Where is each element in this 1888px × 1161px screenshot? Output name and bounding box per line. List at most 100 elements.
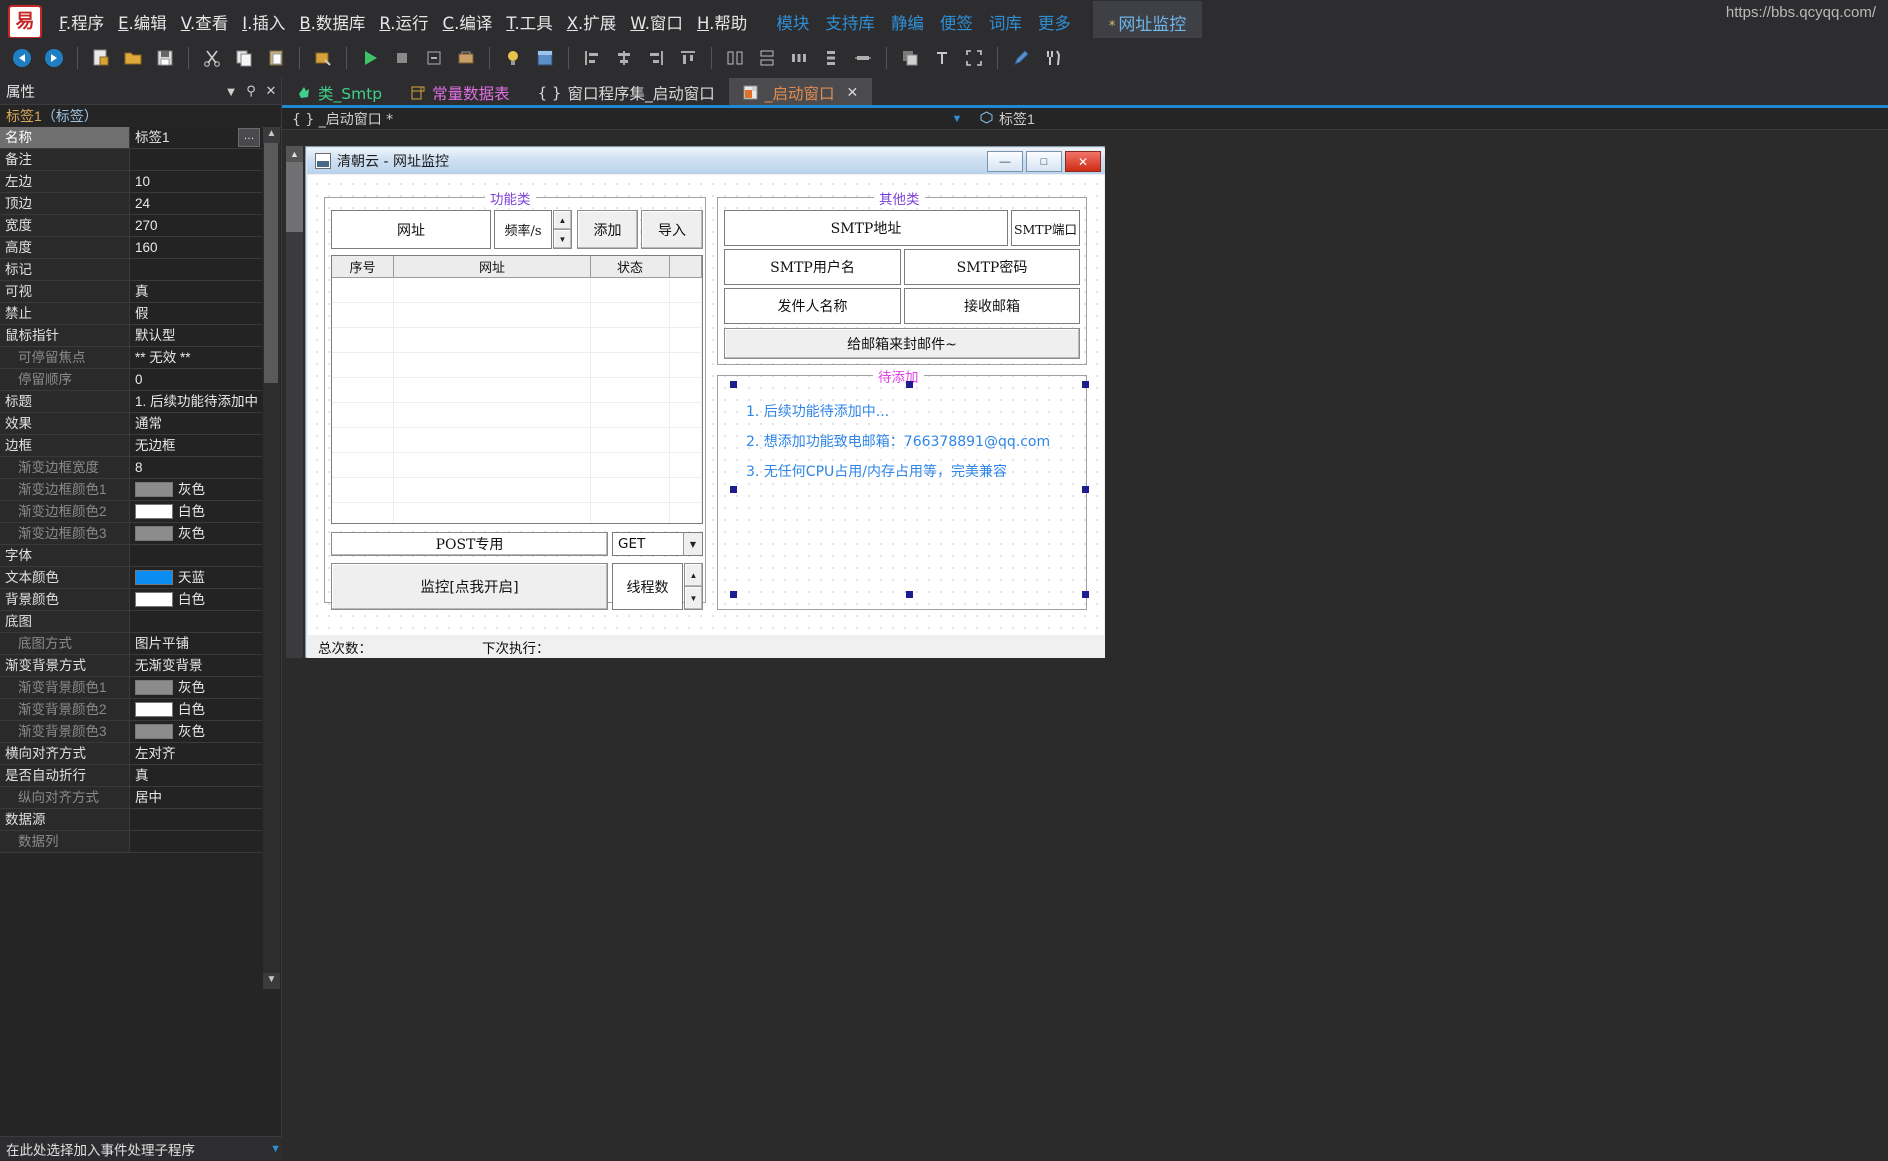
- properties-object-selector[interactable]: 标签1（标签）: [0, 105, 281, 128]
- quick-link-6[interactable]: 更多: [1030, 5, 1079, 39]
- footer-dropdown-icon[interactable]: ▼: [270, 1143, 281, 1155]
- form-maximize-button[interactable]: □: [1026, 151, 1062, 172]
- property-row[interactable]: 是否自动折行真: [0, 765, 262, 787]
- sender-name-input[interactable]: 发件人名称: [724, 288, 901, 324]
- list-row[interactable]: [332, 353, 702, 378]
- list-column-header-3[interactable]: 状态: [591, 256, 670, 277]
- list-row[interactable]: [332, 428, 702, 453]
- selection-handle-tl[interactable]: [730, 381, 737, 388]
- stop-icon[interactable]: [389, 45, 415, 71]
- url-list-view[interactable]: 序号 网址 状态: [331, 255, 703, 524]
- property-value[interactable]: 8: [130, 457, 262, 478]
- method-combo[interactable]: GET ▼: [612, 532, 703, 556]
- property-row[interactable]: 数据源: [0, 809, 262, 831]
- open-file-icon[interactable]: [120, 45, 146, 71]
- monitor-button[interactable]: 监控[点我开启]: [331, 563, 608, 610]
- import-button[interactable]: 导入: [641, 210, 703, 249]
- frequency-input[interactable]: 频率/s: [494, 210, 552, 249]
- receive-mail-input[interactable]: 接收邮箱: [904, 288, 1080, 324]
- design-form-window[interactable]: 清朝云 - 网址监控 — □ ✕ 功能类 网址 频率/s ▲ ▼ 添加 导入 序…: [305, 146, 1105, 658]
- design-canvas[interactable]: ▲ 清朝云 - 网址监控 — □ ✕ 功能类 网址 频率/s ▲ ▼ 添加 导入…: [282, 130, 1888, 1161]
- bring-front-icon[interactable]: [897, 45, 923, 71]
- properties-dropdown-icon[interactable]: ▼: [221, 84, 241, 99]
- property-value[interactable]: 0: [130, 369, 262, 390]
- method-combo-arrow-icon[interactable]: ▼: [683, 533, 702, 555]
- debug-icon[interactable]: [421, 45, 447, 71]
- property-value[interactable]: [130, 809, 262, 830]
- property-value[interactable]: 真: [130, 765, 262, 786]
- spin-up-icon[interactable]: ▲: [554, 211, 571, 230]
- thread-count-input[interactable]: 线程数: [612, 563, 683, 610]
- property-row[interactable]: 纵向对齐方式 居中: [0, 787, 262, 809]
- property-row[interactable]: 横向对齐方式 左对齐: [0, 743, 262, 765]
- find-icon[interactable]: [310, 45, 336, 71]
- save-icon[interactable]: [152, 45, 178, 71]
- thread-spin-down-icon[interactable]: ▼: [685, 587, 702, 609]
- editor-tab-4[interactable]: _启动窗口 ✕: [728, 78, 873, 107]
- property-value[interactable]: [130, 545, 262, 566]
- property-row[interactable]: 底图: [0, 611, 262, 633]
- new-file-icon[interactable]: [88, 45, 114, 71]
- editor-tab-3[interactable]: { } 窗口程序集_启动窗口: [524, 78, 729, 107]
- properties-scrollbar[interactable]: ▲ ▼: [263, 127, 280, 989]
- menu-item-8[interactable]: T.工具: [499, 5, 559, 39]
- align-right-icon[interactable]: [643, 45, 669, 71]
- list-row[interactable]: [332, 278, 702, 303]
- properties-footer[interactable]: 在此处选择加入事件处理子程序 ▼: [0, 1136, 287, 1161]
- selection-handle-mr[interactable]: [1082, 486, 1089, 493]
- space-v-icon[interactable]: [818, 45, 844, 71]
- property-value[interactable]: 灰色: [130, 721, 262, 742]
- paste-icon[interactable]: [263, 45, 289, 71]
- quick-link-5[interactable]: 词库: [981, 5, 1030, 39]
- redo-icon[interactable]: [41, 45, 67, 71]
- property-value[interactable]: [130, 259, 262, 280]
- property-row[interactable]: 左边 10: [0, 171, 262, 193]
- pending-label-widget[interactable]: 1. 后续功能待添加中... 2. 想添加功能致电邮箱：766378891@qq…: [730, 381, 1089, 598]
- selection-handle-tc[interactable]: [906, 381, 913, 388]
- thread-count-spinner[interactable]: ▲ ▼: [684, 563, 703, 610]
- selection-handle-tr[interactable]: [1082, 381, 1089, 388]
- property-value[interactable]: 无渐变背景: [130, 655, 262, 676]
- property-value[interactable]: 灰色: [130, 677, 262, 698]
- selection-handle-ml[interactable]: [730, 486, 737, 493]
- quick-link-2[interactable]: 支持库: [817, 5, 883, 39]
- menu-item-10[interactable]: W.窗口: [623, 5, 690, 39]
- url-input[interactable]: 网址: [331, 210, 491, 249]
- property-row[interactable]: 高度 160: [0, 237, 262, 259]
- menu-item-6[interactable]: R.运行: [372, 5, 435, 39]
- menu-item-9[interactable]: X.扩展: [560, 5, 624, 39]
- add-button[interactable]: 添加: [577, 210, 638, 249]
- post-button[interactable]: POST专用: [331, 532, 608, 556]
- spin-down-icon[interactable]: ▼: [554, 230, 571, 248]
- property-value[interactable]: 160: [130, 237, 262, 258]
- list-row[interactable]: [332, 478, 702, 503]
- list-column-header-4[interactable]: [670, 256, 702, 277]
- smtp-address-input[interactable]: SMTP地址: [724, 210, 1008, 246]
- property-ellipsis-button[interactable]: …: [238, 128, 260, 147]
- list-row[interactable]: [332, 453, 702, 478]
- property-row[interactable]: 标记: [0, 259, 262, 281]
- property-row[interactable]: 停留顺序 0: [0, 369, 262, 391]
- quick-link-3[interactable]: 静编: [883, 5, 932, 39]
- property-row[interactable]: 顶边 24: [0, 193, 262, 215]
- property-row[interactable]: 标题 1. 后续功能待添加中: [0, 391, 262, 413]
- property-value[interactable]: 真: [130, 281, 262, 302]
- list-column-header-2[interactable]: 网址: [394, 256, 591, 277]
- property-row[interactable]: 名称 标签1…: [0, 127, 262, 149]
- smtp-username-input[interactable]: SMTP用户名: [724, 249, 901, 285]
- selection-handle-br[interactable]: [1082, 591, 1089, 598]
- property-value[interactable]: 10: [130, 171, 262, 192]
- selection-handle-bl[interactable]: [730, 591, 737, 598]
- list-row[interactable]: [332, 378, 702, 403]
- property-row[interactable]: 边框 无边框: [0, 435, 262, 457]
- scroll-up-icon[interactable]: ▲: [263, 127, 280, 143]
- property-row[interactable]: 渐变背景方式 无渐变背景: [0, 655, 262, 677]
- property-row[interactable]: 背景颜色 白色: [0, 589, 262, 611]
- property-value[interactable]: 图片平铺: [130, 633, 262, 654]
- text-tool-icon[interactable]: [929, 45, 955, 71]
- menu-item-11[interactable]: H.帮助: [690, 5, 754, 39]
- property-row[interactable]: 渐变背景颜色3 灰色: [0, 721, 262, 743]
- property-value[interactable]: 灰色: [130, 523, 262, 544]
- property-value[interactable]: 1. 后续功能待添加中: [130, 391, 262, 412]
- canvas-scrollbar[interactable]: ▲: [286, 146, 303, 658]
